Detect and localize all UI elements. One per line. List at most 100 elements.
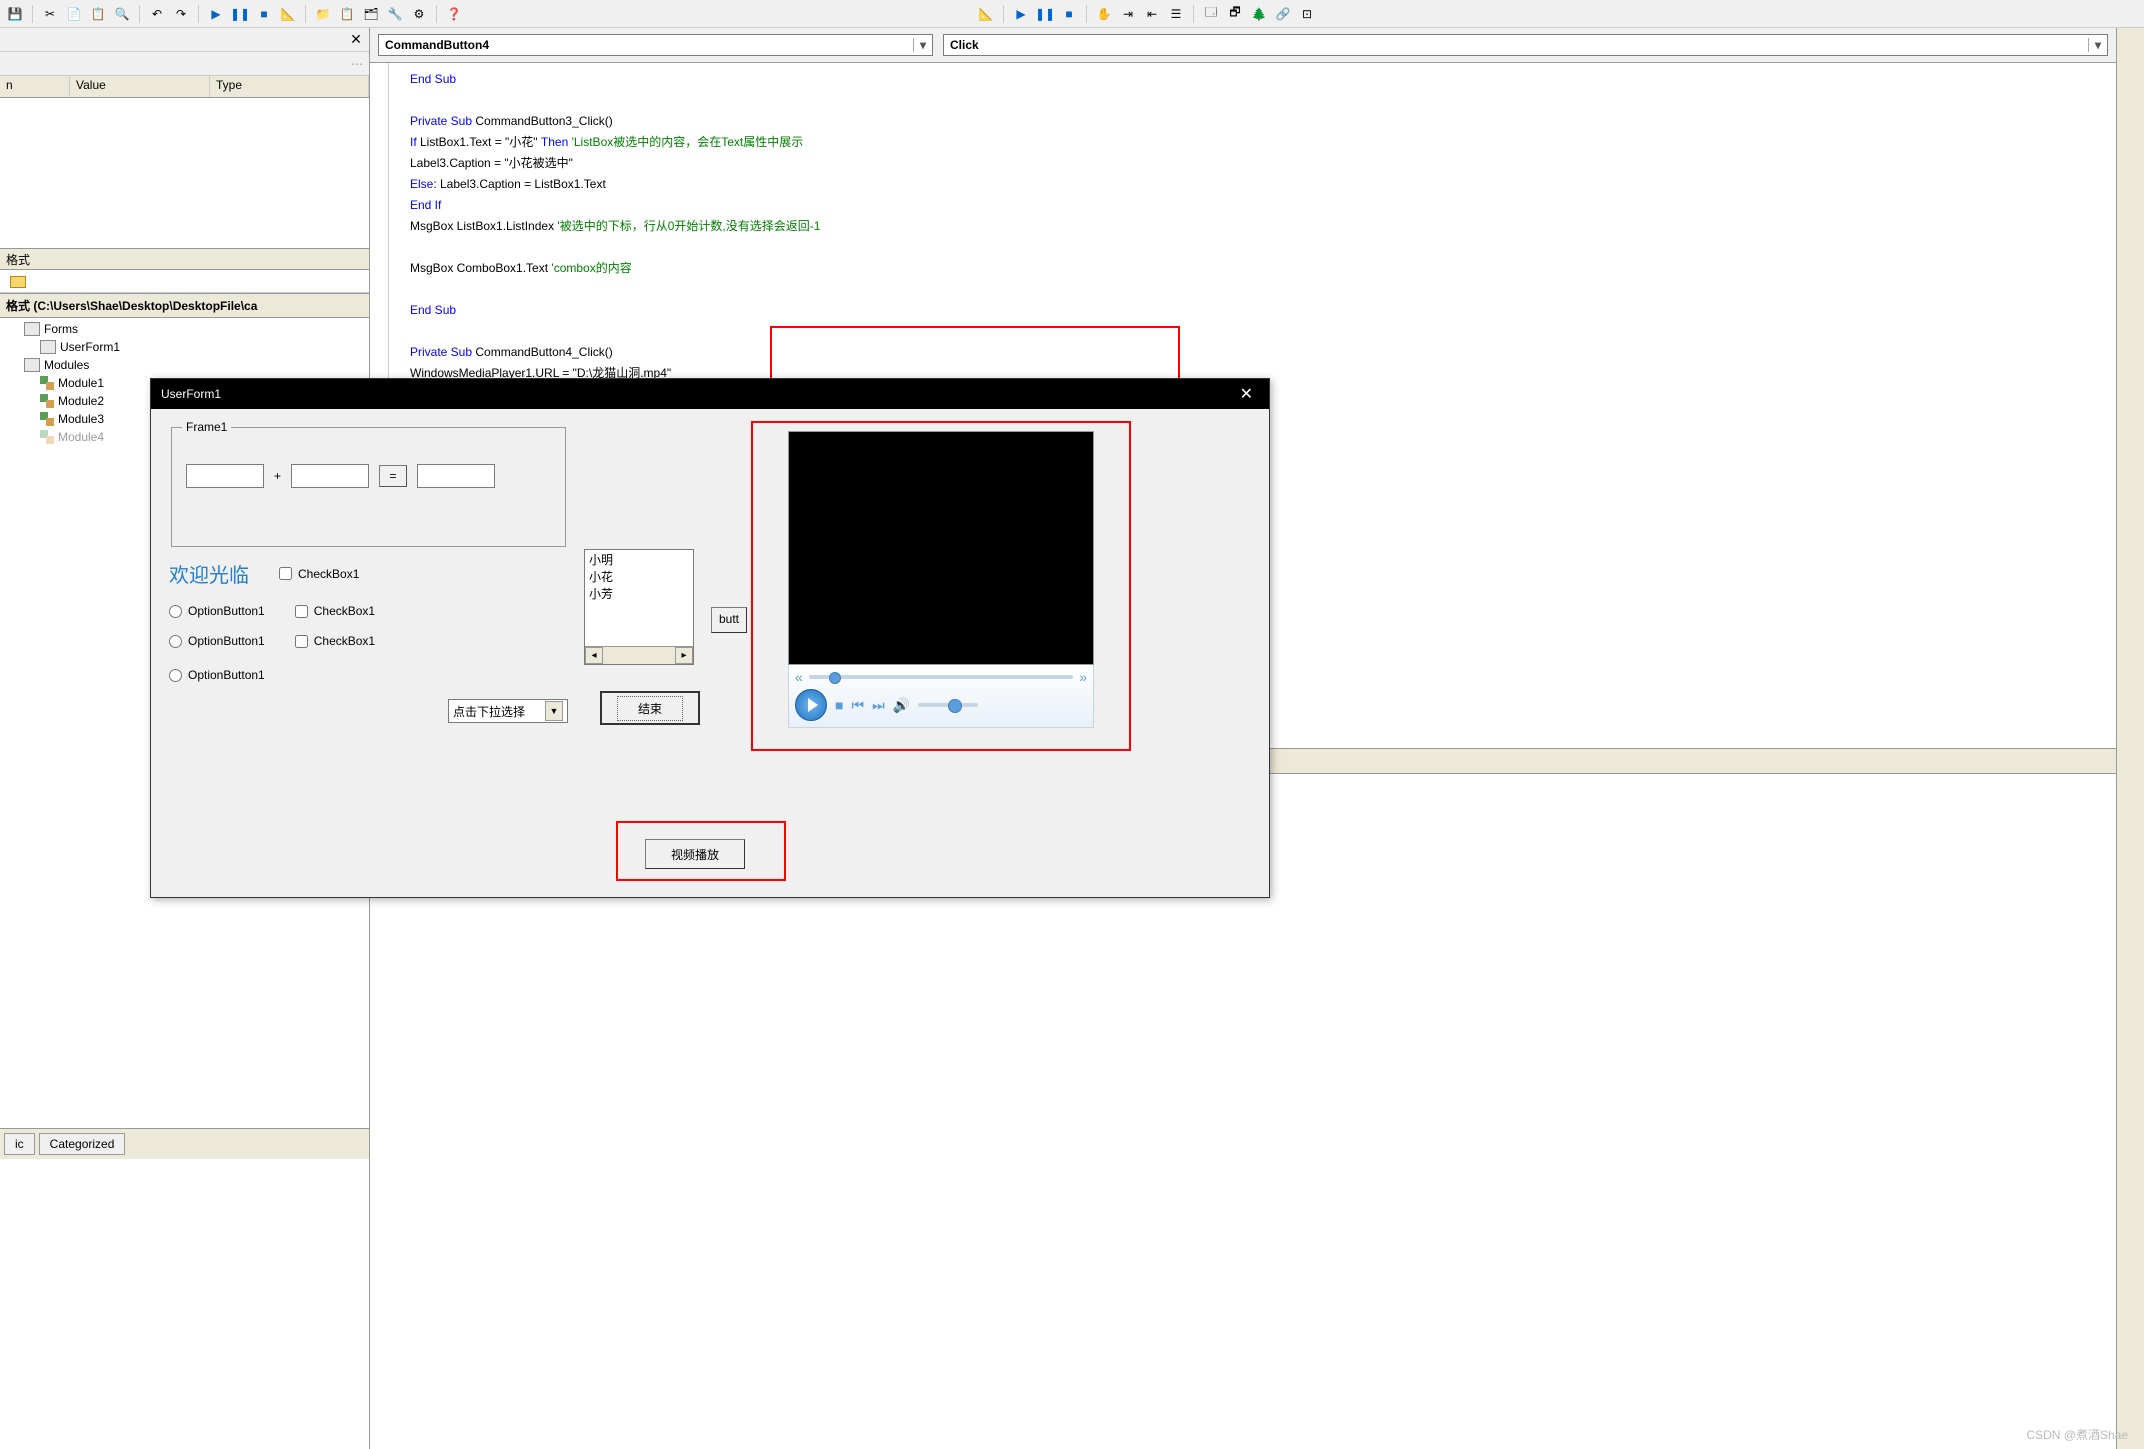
folder-row[interactable]: [0, 270, 369, 293]
list-item[interactable]: 小花: [589, 569, 689, 586]
design-mode-icon[interactable]: 📐: [277, 3, 299, 25]
property-tabs: ic Categorized: [0, 1128, 369, 1159]
hand-icon[interactable]: ✋: [1093, 3, 1115, 25]
media-prev-icon[interactable]: ⏮: [851, 697, 864, 714]
userform-titlebar[interactable]: UserForm1 ✕: [151, 379, 1269, 409]
locals-grid-header: n Value Type: [0, 76, 369, 98]
run2-icon[interactable]: ▶: [1010, 3, 1032, 25]
undo-icon[interactable]: ↶: [146, 3, 168, 25]
pause2-icon[interactable]: ❚❚: [1034, 3, 1056, 25]
checkbox-input[interactable]: [279, 567, 292, 580]
media-player-video[interactable]: [788, 431, 1094, 665]
panel-close-icon[interactable]: ✕: [347, 31, 365, 49]
separator: [32, 5, 33, 23]
combo-arrow-icon[interactable]: ▼: [545, 701, 563, 721]
locals-grid-body: [0, 98, 369, 248]
checkbox1[interactable]: CheckBox1: [279, 567, 359, 581]
properties-icon[interactable]: 📋: [336, 3, 358, 25]
link-icon[interactable]: 🔗: [1272, 3, 1294, 25]
col-value[interactable]: Value: [70, 76, 210, 97]
equals-button[interactable]: =: [379, 465, 407, 487]
redo-icon[interactable]: ↷: [170, 3, 192, 25]
dropdown-arrow-icon: ▾: [913, 38, 926, 52]
copy-icon[interactable]: 📄: [63, 3, 85, 25]
media-volume-icon[interactable]: 🔊: [893, 697, 910, 714]
separator: [305, 5, 306, 23]
tree-userform1[interactable]: UserForm1: [0, 338, 369, 356]
optionbutton1-b[interactable]: OptionButton1: [169, 634, 265, 648]
cut-icon[interactable]: ✂: [39, 3, 61, 25]
stop2-icon[interactable]: ■: [1058, 3, 1080, 25]
radio-input[interactable]: [169, 635, 182, 648]
col-name[interactable]: n: [0, 76, 70, 97]
rewind-icon[interactable]: «: [795, 669, 803, 685]
separator: [139, 5, 140, 23]
radio-input[interactable]: [169, 669, 182, 682]
folder-icon: [24, 322, 40, 336]
optionbutton1-c[interactable]: OptionButton1: [169, 668, 265, 682]
design-icon[interactable]: 📐: [975, 3, 997, 25]
tools-icon[interactable]: ⚙: [408, 3, 430, 25]
checkbox-input[interactable]: [295, 635, 308, 648]
butt-button[interactable]: butt: [711, 607, 747, 633]
help-icon[interactable]: ❓: [443, 3, 465, 25]
run-icon[interactable]: ▶: [205, 3, 227, 25]
list-item[interactable]: 小明: [589, 552, 689, 569]
scroll-right-icon[interactable]: ▸: [675, 647, 693, 664]
result-input[interactable]: [417, 464, 495, 488]
volume-slider[interactable]: [918, 703, 978, 707]
radio-label: OptionButton1: [188, 634, 265, 648]
windows-icon[interactable]: 🗗: [1224, 3, 1246, 25]
col-type[interactable]: Type: [210, 76, 369, 97]
checkbox1-c[interactable]: CheckBox1: [295, 634, 375, 648]
tab-categorized[interactable]: Categorized: [39, 1133, 126, 1155]
media-seekbar[interactable]: « »: [795, 671, 1087, 683]
browser-icon[interactable]: 🗂: [360, 3, 382, 25]
close-icon[interactable]: ⊡: [1296, 3, 1318, 25]
listbox-scrollbar[interactable]: ◂ ▸: [585, 646, 693, 664]
operand1-input[interactable]: [186, 464, 264, 488]
tree-label: Module4: [58, 430, 104, 444]
tree-label: Module3: [58, 412, 104, 426]
stop-icon[interactable]: ■: [253, 3, 275, 25]
paste-icon[interactable]: 📋: [87, 3, 109, 25]
combobox1[interactable]: 点击下拉选择 ▼: [448, 699, 568, 723]
forward-icon[interactable]: »: [1079, 669, 1087, 685]
tree-forms-folder[interactable]: Forms: [0, 320, 369, 338]
toolbox-icon[interactable]: 🔧: [384, 3, 406, 25]
tab-alphabetic[interactable]: ic: [4, 1133, 35, 1155]
frame1: Frame1 + =: [171, 427, 566, 547]
scroll-left-icon[interactable]: ◂: [585, 647, 603, 664]
media-next-icon[interactable]: ⏭: [872, 697, 885, 714]
checkbox-input[interactable]: [295, 605, 308, 618]
save-icon[interactable]: 💾: [4, 3, 26, 25]
play-button[interactable]: [795, 689, 827, 721]
project-icon[interactable]: 📁: [312, 3, 334, 25]
listbox1[interactable]: 小明 小花 小芳 ◂ ▸: [584, 549, 694, 665]
project-tree-title: 格式 (C:\Users\Shae\Desktop\DesktopFile\ca: [0, 293, 369, 318]
list-icon[interactable]: ☰: [1165, 3, 1187, 25]
event-dropdown[interactable]: Click▾: [943, 34, 2108, 56]
module-icon: [40, 430, 54, 444]
tree-modules-folder[interactable]: Modules: [0, 356, 369, 374]
media-stop-icon[interactable]: ■: [835, 697, 843, 713]
radio-input[interactable]: [169, 605, 182, 618]
seek-track[interactable]: [809, 675, 1073, 679]
combo-value: 点击下拉选择: [453, 703, 525, 720]
checkbox1-b[interactable]: CheckBox1: [295, 604, 375, 618]
find-icon[interactable]: 🔍: [111, 3, 133, 25]
end-button[interactable]: 结束: [600, 691, 700, 725]
indent-icon[interactable]: ⇥: [1117, 3, 1139, 25]
operand2-input[interactable]: [291, 464, 369, 488]
optionbutton1-a[interactable]: OptionButton1: [169, 604, 265, 618]
window-close-icon[interactable]: ✕: [1234, 384, 1259, 404]
outdent-icon[interactable]: ⇤: [1141, 3, 1163, 25]
window-icon[interactable]: 🗔: [1200, 3, 1222, 25]
tree-label: Modules: [44, 358, 89, 372]
pause-icon[interactable]: ❚❚: [229, 3, 251, 25]
panel-grip[interactable]: ⋯: [0, 52, 369, 76]
properties-body: [0, 1159, 369, 1449]
object-dropdown[interactable]: CommandButton4▾: [378, 34, 933, 56]
tree-icon[interactable]: 🌲: [1248, 3, 1270, 25]
list-item[interactable]: 小芳: [589, 586, 689, 603]
